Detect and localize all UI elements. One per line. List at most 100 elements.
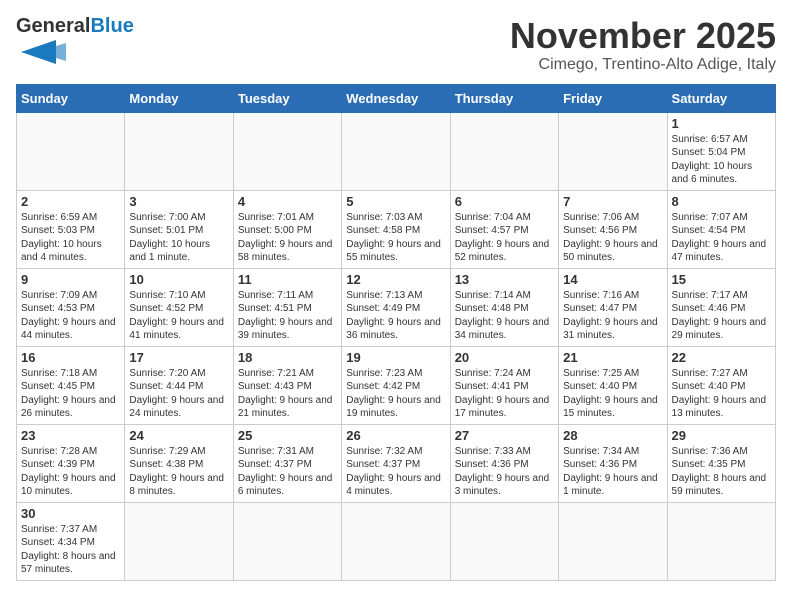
day-number: 15 — [672, 272, 771, 287]
day-number: 2 — [21, 194, 120, 209]
calendar-cell: 4 Sunrise: 7:01 AM Sunset: 5:00 PM Daylig… — [233, 190, 341, 268]
calendar-cell — [233, 112, 341, 190]
day-info: Sunrise: 7:17 AM Sunset: 4:46 PM Dayligh… — [672, 289, 771, 343]
calendar-cell — [450, 502, 558, 580]
calendar-table: SundayMondayTuesdayWednesdayThursdayFrid… — [16, 84, 776, 581]
weekday-header-tuesday: Tuesday — [233, 84, 341, 112]
day-number: 25 — [238, 428, 337, 443]
calendar-cell: 19Sunrise: 7:23 AM Sunset: 4:42 PM Dayli… — [342, 346, 450, 424]
day-number: 27 — [455, 428, 554, 443]
calendar-cell: 1Sunrise: 6:57 AM Sunset: 5:04 PM Daylig… — [667, 112, 775, 190]
day-number: 29 — [672, 428, 771, 443]
calendar-cell — [233, 502, 341, 580]
weekday-header-monday: Monday — [125, 84, 233, 112]
day-number: 24 — [129, 428, 228, 443]
location-title: Cimego, Trentino-Alto Adige, Italy — [510, 56, 776, 74]
calendar-header-row: SundayMondayTuesdayWednesdayThursdayFrid… — [17, 84, 776, 112]
day-info: Sunrise: 6:59 AM Sunset: 5:03 PM Dayligh… — [21, 211, 120, 265]
day-number: 18 — [238, 350, 337, 365]
month-title: November 2025 — [510, 16, 776, 56]
calendar-cell: 2 Sunrise: 6:59 AM Sunset: 5:03 PM Daylig… — [17, 190, 125, 268]
logo-icon — [16, 38, 66, 66]
calendar-cell: 30Sunrise: 7:37 AM Sunset: 4:34 PM Dayli… — [17, 502, 125, 580]
day-number: 14 — [563, 272, 662, 287]
day-info: Sunrise: 7:36 AM Sunset: 4:35 PM Dayligh… — [672, 445, 771, 499]
day-number: 11 — [238, 272, 337, 287]
day-number: 13 — [455, 272, 554, 287]
logo-text-general: General — [16, 16, 90, 36]
calendar-cell: 6 Sunrise: 7:04 AM Sunset: 4:57 PM Daylig… — [450, 190, 558, 268]
calendar-cell: 5Sunrise: 7:03 AM Sunset: 4:58 PM Daylig… — [342, 190, 450, 268]
day-info: Sunrise: 7:21 AM Sunset: 4:43 PM Dayligh… — [238, 367, 337, 421]
calendar-cell: 22 Sunrise: 7:27 AM Sunset: 4:40 PM Dayli… — [667, 346, 775, 424]
day-number: 4 — [238, 194, 337, 209]
day-number: 28 — [563, 428, 662, 443]
day-number: 7 — [563, 194, 662, 209]
day-info: Sunrise: 7:01 AM Sunset: 5:00 PM Dayligh… — [238, 211, 337, 265]
day-number: 16 — [21, 350, 120, 365]
day-number: 23 — [21, 428, 120, 443]
day-info: Sunrise: 7:04 AM Sunset: 4:57 PM Dayligh… — [455, 211, 554, 265]
calendar-cell: 16Sunrise: 7:18 AM Sunset: 4:45 PM Dayli… — [17, 346, 125, 424]
weekday-header-thursday: Thursday — [450, 84, 558, 112]
weekday-header-wednesday: Wednesday — [342, 84, 450, 112]
day-number: 8 — [672, 194, 771, 209]
day-number: 10 — [129, 272, 228, 287]
calendar-cell: 29 Sunrise: 7:36 AM Sunset: 4:35 PM Dayli… — [667, 424, 775, 502]
calendar-week-row: 9Sunrise: 7:09 AM Sunset: 4:53 PM Daylig… — [17, 268, 776, 346]
day-info: Sunrise: 7:00 AM Sunset: 5:01 PM Dayligh… — [129, 211, 228, 265]
calendar-cell — [559, 502, 667, 580]
weekday-header-sunday: Sunday — [17, 84, 125, 112]
calendar-title-area: November 2025 Cimego, Trentino-Alto Adig… — [510, 16, 776, 74]
calendar-cell: 28 Sunrise: 7:34 AM Sunset: 4:36 PM Dayli… — [559, 424, 667, 502]
day-info: Sunrise: 7:03 AM Sunset: 4:58 PM Dayligh… — [346, 211, 445, 265]
day-info: Sunrise: 7:34 AM Sunset: 4:36 PM Dayligh… — [563, 445, 662, 499]
calendar-cell: 13Sunrise: 7:14 AM Sunset: 4:48 PM Dayli… — [450, 268, 558, 346]
calendar-week-row: 2 Sunrise: 6:59 AM Sunset: 5:03 PM Daylig… — [17, 190, 776, 268]
day-number: 12 — [346, 272, 445, 287]
calendar-cell: 10 Sunrise: 7:10 AM Sunset: 4:52 PM Dayli… — [125, 268, 233, 346]
day-info: Sunrise: 7:29 AM Sunset: 4:38 PM Dayligh… — [129, 445, 228, 499]
calendar-cell — [342, 112, 450, 190]
day-info: Sunrise: 7:33 AM Sunset: 4:36 PM Dayligh… — [455, 445, 554, 499]
weekday-header-saturday: Saturday — [667, 84, 775, 112]
day-number: 1 — [672, 116, 771, 131]
day-number: 22 — [672, 350, 771, 365]
logo: General Blue — [16, 16, 134, 66]
calendar-cell: 12Sunrise: 7:13 AM Sunset: 4:49 PM Dayli… — [342, 268, 450, 346]
day-info: Sunrise: 7:06 AM Sunset: 4:56 PM Dayligh… — [563, 211, 662, 265]
calendar-cell — [667, 502, 775, 580]
day-info: Sunrise: 7:10 AM Sunset: 4:52 PM Dayligh… — [129, 289, 228, 343]
calendar-cell: 25Sunrise: 7:31 AM Sunset: 4:37 PM Dayli… — [233, 424, 341, 502]
day-info: Sunrise: 7:07 AM Sunset: 4:54 PM Dayligh… — [672, 211, 771, 265]
day-info: Sunrise: 7:32 AM Sunset: 4:37 PM Dayligh… — [346, 445, 445, 499]
day-info: Sunrise: 7:24 AM Sunset: 4:41 PM Dayligh… — [455, 367, 554, 421]
calendar-cell: 8 Sunrise: 7:07 AM Sunset: 4:54 PM Daylig… — [667, 190, 775, 268]
day-info: Sunrise: 7:23 AM Sunset: 4:42 PM Dayligh… — [346, 367, 445, 421]
calendar-cell: 27 Sunrise: 7:33 AM Sunset: 4:36 PM Dayli… — [450, 424, 558, 502]
calendar-cell — [125, 502, 233, 580]
calendar-week-row: 30Sunrise: 7:37 AM Sunset: 4:34 PM Dayli… — [17, 502, 776, 580]
calendar-cell — [17, 112, 125, 190]
weekday-header-friday: Friday — [559, 84, 667, 112]
day-number: 6 — [455, 194, 554, 209]
calendar-cell: 9Sunrise: 7:09 AM Sunset: 4:53 PM Daylig… — [17, 268, 125, 346]
calendar-cell: 7 Sunrise: 7:06 AM Sunset: 4:56 PM Daylig… — [559, 190, 667, 268]
logo-text-blue: Blue — [90, 16, 133, 36]
day-info: Sunrise: 7:20 AM Sunset: 4:44 PM Dayligh… — [129, 367, 228, 421]
calendar-week-row: 23 Sunrise: 7:28 AM Sunset: 4:39 PM Dayli… — [17, 424, 776, 502]
day-info: Sunrise: 7:25 AM Sunset: 4:40 PM Dayligh… — [563, 367, 662, 421]
day-info: Sunrise: 7:27 AM Sunset: 4:40 PM Dayligh… — [672, 367, 771, 421]
calendar-cell: 18 Sunrise: 7:21 AM Sunset: 4:43 PM Dayli… — [233, 346, 341, 424]
calendar-cell — [450, 112, 558, 190]
calendar-cell: 11 Sunrise: 7:11 AM Sunset: 4:51 PM Dayli… — [233, 268, 341, 346]
page-header: General Blue November 2025 Cimego, Trent… — [16, 16, 776, 74]
day-number: 30 — [21, 506, 120, 521]
calendar-week-row: 16Sunrise: 7:18 AM Sunset: 4:45 PM Dayli… — [17, 346, 776, 424]
day-number: 26 — [346, 428, 445, 443]
day-number: 21 — [563, 350, 662, 365]
day-info: Sunrise: 7:11 AM Sunset: 4:51 PM Dayligh… — [238, 289, 337, 343]
day-number: 17 — [129, 350, 228, 365]
day-info: Sunrise: 7:28 AM Sunset: 4:39 PM Dayligh… — [21, 445, 120, 499]
calendar-cell: 21 Sunrise: 7:25 AM Sunset: 4:40 PM Dayli… — [559, 346, 667, 424]
